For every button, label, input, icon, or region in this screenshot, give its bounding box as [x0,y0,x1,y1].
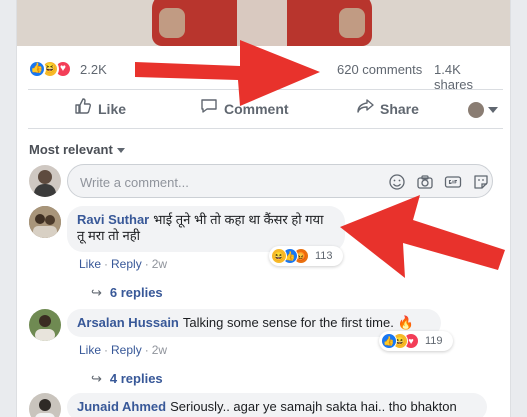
comment-input-box[interactable] [67,164,493,198]
hand-right [339,8,365,38]
comment-text: Talking some sense for the first time. 🔥 [182,315,414,330]
commenter-avatar[interactable] [29,393,61,417]
comment-input[interactable] [80,173,360,191]
like-button[interactable]: Like [74,90,126,128]
share-button[interactable]: Share [356,90,419,128]
page-avatar [468,102,484,119]
comment-item: Arsalan Hussain Talking some sense for th… [29,309,499,389]
comment-meta: Like · Reply · 2w [79,257,168,271]
post-as-selector[interactable] [468,90,498,128]
comment-timestamp[interactable]: 2w [152,343,167,357]
comment-meta: Like · Reply · 2w [79,343,168,357]
comment-item: Ravi Suthar भाई तूने भी तो कहा था कैंसर ह… [29,206,499,300]
sticker-icon[interactable] [472,173,490,191]
reply-arrow-icon: ↪ [91,285,102,300]
current-user-avatar[interactable] [29,165,61,197]
like-icon: 👍 [28,60,46,78]
sort-label: Most relevant [29,142,113,157]
comment-author[interactable]: Arsalan Hussain [77,315,179,330]
comment-timestamp[interactable]: 2w [152,257,167,271]
like-button-label: Like [98,101,127,117]
comment-button-label: Comment [224,101,289,117]
comment-reaction-count: 113 [315,250,333,262]
camera-icon[interactable] [416,173,434,191]
post-stats: 👍 😆 ♥ 2.2K 620 comments 1.4K shares [28,59,503,92]
comment-composer [29,164,499,198]
comment-item: Junaid Ahmed Seriously.. agar ye samajh s… [29,393,499,417]
emoji-icon[interactable] [388,173,406,191]
reaction-count[interactable]: 2.2K [80,62,107,77]
comment-text-line2: तू मरा तो नही [77,228,140,243]
gif-icon[interactable] [444,173,462,191]
post-video-thumbnail[interactable] [17,0,510,46]
reply-arrow-icon: ↪ [91,371,102,386]
comment-text: Seriously.. agar ye samajh sakta hai.. t… [170,399,457,414]
like-icon: 👍 [381,333,397,349]
comment-reactions[interactable]: 😆 👍 😡 113 [269,246,343,266]
post-actions: Like Comment Share [28,89,503,129]
chevron-down-icon [488,107,498,114]
haha-icon: 😆 [271,248,287,264]
comment-text: भाई तूने भी तो कहा था कैंसर हो गया [153,212,324,227]
caret-down-icon [116,148,125,154]
comment-sort-dropdown[interactable]: Most relevant [29,142,125,157]
thumbs-up-icon [74,91,92,129]
comment-button[interactable]: Comment [200,90,289,128]
commenter-avatar[interactable] [29,309,61,341]
speech-bubble-icon [200,91,218,129]
comment-reaction-count: 119 [425,335,443,347]
replies-label: 6 replies [109,285,163,300]
share-count[interactable]: 1.4K shares [434,62,503,92]
replies-label: 4 replies [109,371,163,386]
comment-like-link[interactable]: Like [79,257,101,271]
view-replies-link[interactable]: ↪ 4 replies [91,371,163,387]
share-arrow-icon [356,91,374,129]
comment-like-link[interactable]: Like [79,343,101,357]
comment-reply-link[interactable]: Reply [111,257,142,271]
commenter-avatar[interactable] [29,206,61,238]
reaction-icons[interactable]: 👍 😆 ♥ [28,60,74,78]
comment-author[interactable]: Junaid Ahmed [77,399,166,414]
comment-reactions[interactable]: 👍 😆 ♥ 119 [379,331,453,351]
hand-left [159,8,185,38]
comment-author[interactable]: Ravi Suthar [77,212,149,227]
comment-bubble: Junaid Ahmed Seriously.. agar ye samajh s… [67,393,487,417]
share-button-label: Share [380,101,419,117]
comment-reply-link[interactable]: Reply [111,343,142,357]
comment-count[interactable]: 620 comments [337,62,422,77]
post-card: 👍 😆 ♥ 2.2K 620 comments 1.4K shares Like… [16,0,511,417]
view-replies-link[interactable]: ↪ 6 replies [91,285,163,301]
